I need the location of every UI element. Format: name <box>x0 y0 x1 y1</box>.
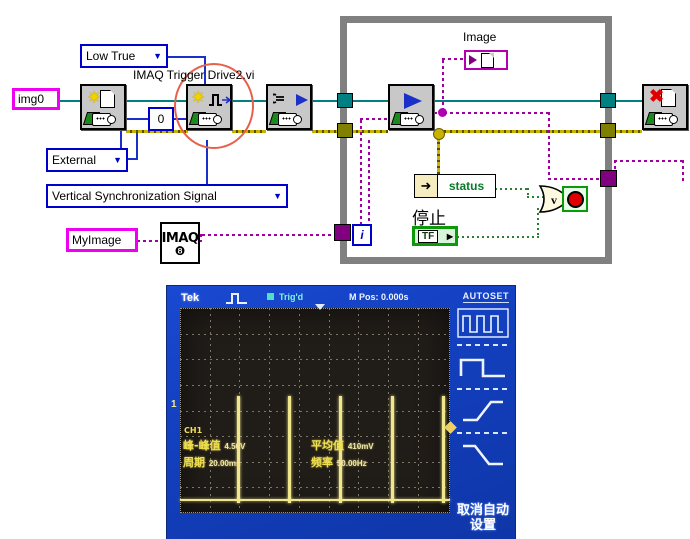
stop-circle-icon <box>566 190 584 208</box>
menu-divider <box>457 432 509 434</box>
play-triangle-icon: ▶ <box>446 231 453 241</box>
image-indicator-label: Image <box>463 30 497 44</box>
camera-icon <box>390 111 424 126</box>
wire-image-out <box>682 160 684 182</box>
menu-divider <box>457 344 509 346</box>
measurement-vpp-name: 峰-峰值 <box>183 439 221 452</box>
signal-enum[interactable]: Vertical Synchronization Signal ▼ <box>46 184 288 208</box>
menu-item-falling-edge[interactable] <box>457 440 509 470</box>
measurement-vpp-value: 4.56V <box>224 442 246 451</box>
menu-item-square-wave-multi[interactable] <box>457 308 509 338</box>
myimage-label: MyImage <box>72 233 122 247</box>
loop-tunnel-error-in[interactable] <box>337 123 353 138</box>
img0-control[interactable]: img0 <box>12 88 60 110</box>
chevron-down-icon: ▼ <box>113 155 122 165</box>
measurement-mean: 平均值 410mV <box>311 437 374 453</box>
measurement-mean-name: 平均值 <box>311 439 344 452</box>
waveform-baseline <box>180 498 450 501</box>
close-x-icon: ✖ <box>649 86 665 106</box>
vi-title-label: IMAQ Trigger Drive2.vi <box>133 68 255 82</box>
waveform-pulse <box>441 396 445 503</box>
camera-icon <box>82 111 116 126</box>
imaq-create-node[interactable]: IMAQ ❽ <box>160 222 200 264</box>
waveform-graticule: CH1 峰-峰值 4.56V 周期 20.00ms 平均值 410mV 频率 5… <box>180 304 457 513</box>
image-indicator[interactable] <box>464 50 508 70</box>
horizontal-position: M Pos: 0.000s <box>349 292 409 302</box>
chevron-down-icon: ▼ <box>273 191 282 201</box>
iteration-label: i <box>360 228 364 242</box>
iteration-terminal: i <box>352 224 372 246</box>
imaq-close-node[interactable]: ✖ <box>642 84 688 130</box>
wrench-icon <box>273 93 284 104</box>
svg-text:v: v <box>551 193 557 207</box>
page-icon <box>481 52 494 68</box>
wire-error-cluster <box>616 130 642 133</box>
measurement-frequency: 频率 50.00Hz <box>311 454 367 470</box>
trigger-status: Trig'd <box>279 292 304 302</box>
wire-myimage <box>137 240 161 242</box>
signal-value: Vertical Synchronization Signal <box>52 189 217 203</box>
bolt-icon: ❽ <box>174 243 186 258</box>
loop-stop-button[interactable] <box>562 186 588 212</box>
page-icon <box>100 90 115 108</box>
tf-value: TF <box>418 229 439 243</box>
channel-label: CH1 <box>184 426 203 435</box>
chevron-down-icon: ▼ <box>153 51 162 61</box>
imaq-init-node[interactable]: ✷ <box>80 84 126 130</box>
labview-block-diagram: ✷ ✷ ✖ IMAQ ❽ img0 Low True ▼ 0 External … <box>0 0 690 283</box>
myimage-control[interactable]: MyImage <box>66 228 138 252</box>
status-label: status <box>448 179 485 193</box>
loop-shift-register[interactable] <box>334 224 351 241</box>
imaq-grab-acquire-node[interactable] <box>388 84 434 130</box>
img0-label: img0 <box>18 92 45 106</box>
trigger-line-value: 0 <box>157 112 165 126</box>
play-triangle-icon <box>404 93 422 109</box>
menu-divider <box>457 388 509 390</box>
source-value: External <box>52 153 97 167</box>
channel-ground-marker: 1 <box>171 399 177 410</box>
cancel-autoset-button[interactable]: 取消自动设置 <box>455 503 511 535</box>
trigger-position-marker <box>315 304 325 310</box>
waveform-pulse <box>288 396 291 503</box>
wire-source <box>136 133 138 160</box>
measurement-period-value: 20.00ms <box>208 459 241 468</box>
wire-imaq-create-out <box>202 234 348 236</box>
status-indicator[interactable]: ➜ status <box>414 174 496 198</box>
menu-item-single-cycle[interactable] <box>457 352 509 382</box>
oscilloscope-photo: Tek Trig'd M Pos: 0.000s AUTOSET CH1 峰-峰… <box>167 286 515 539</box>
waveform-pulse <box>390 396 394 503</box>
loop-tunnel-error-out[interactable] <box>600 123 616 138</box>
loop-tunnel-image-out[interactable] <box>600 93 616 108</box>
arrow-right-icon: ➜ <box>415 175 438 197</box>
autoset-menu-panel <box>455 304 511 505</box>
source-enum[interactable]: External ▼ <box>46 148 128 172</box>
trigger-line-constant[interactable]: 0 <box>148 107 174 131</box>
imaq-configure-node[interactable] <box>266 84 312 130</box>
scope-screen: Tek Trig'd M Pos: 0.000s AUTOSET CH1 峰-峰… <box>167 286 515 539</box>
loop-tunnel-image-in[interactable] <box>337 93 353 108</box>
measurement-mean-value: 410mV <box>347 442 374 451</box>
measurement-period: 周期 20.00ms <box>183 454 240 470</box>
trigger-state-indicator <box>267 293 274 300</box>
play-triangle-icon <box>469 55 477 65</box>
measurement-period-name: 周期 <box>183 456 205 469</box>
play-triangle-icon <box>296 94 308 106</box>
wire-polarity <box>166 56 206 58</box>
stop-boolean-control[interactable]: TF ▶ <box>412 226 458 246</box>
camera-icon <box>268 111 302 126</box>
menu-item-rising-edge[interactable] <box>457 396 509 426</box>
measurement-frequency-value: 50.00Hz <box>336 459 367 468</box>
pulse-waveform-icon <box>226 293 247 304</box>
menu-title: AUTOSET <box>462 291 509 303</box>
wire-image-ref <box>616 100 642 102</box>
wire-image-ref <box>58 100 80 102</box>
wire-image-out <box>614 160 684 162</box>
polarity-value: Low True <box>86 49 136 63</box>
measurement-frequency-name: 频率 <box>311 456 333 469</box>
measurement-vpp: 峰-峰值 4.56V <box>183 437 245 453</box>
loop-tunnel-image[interactable] <box>600 170 617 187</box>
camera-icon <box>644 111 678 126</box>
tek-logo: Tek <box>181 292 200 304</box>
polarity-enum[interactable]: Low True ▼ <box>80 44 168 68</box>
